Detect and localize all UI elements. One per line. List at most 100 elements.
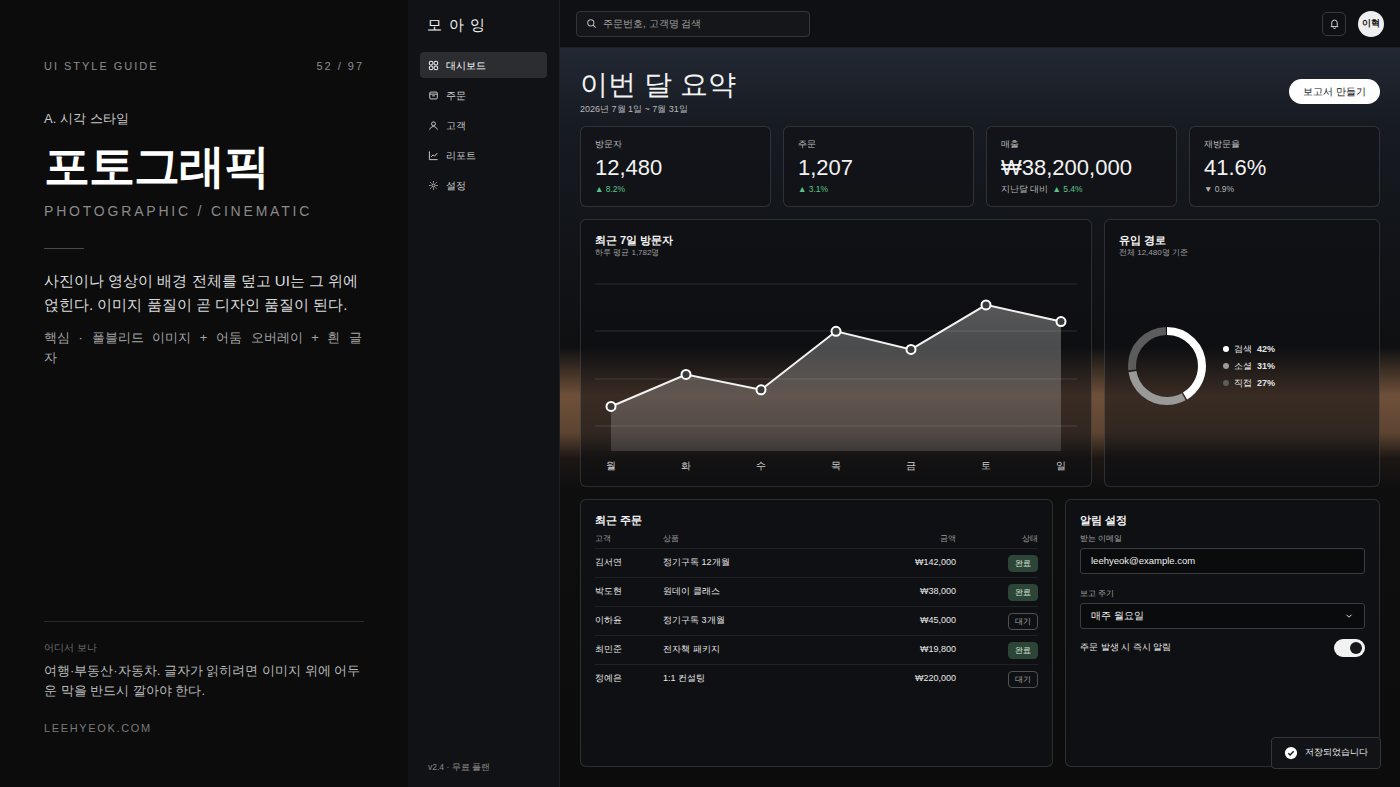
legend-value: 31% [1257, 360, 1275, 372]
sidebar-item-label[interactable]: 설정 [446, 178, 466, 193]
traffic-title: 유입 경로 [1119, 233, 1365, 247]
user-avatar[interactable]: 이혁 [1358, 11, 1384, 37]
status-badge: 대기 [1008, 671, 1038, 688]
stat-change: ▼ 0.9% [1204, 183, 1234, 195]
chart-point[interactable] [682, 370, 691, 379]
page-header: 이번 달 요약 2026년 7월 1일 ~ 7월 31일 보고서 만들기 [580, 68, 1380, 114]
site-link[interactable]: LEEHYEOK.COM [44, 721, 364, 735]
sidebar-item-label[interactable]: 고객 [446, 118, 466, 133]
sidebar-item-label[interactable]: 주문 [446, 88, 466, 103]
traffic-body: 검색42% 소셜 31% 직접27% [1119, 258, 1365, 473]
email-label: 받는 이메일 [1080, 533, 1365, 544]
legend-dot [1223, 346, 1229, 352]
order-amount: ₩38,000 [846, 585, 956, 599]
legend-dot [1223, 380, 1229, 386]
search-icon [586, 18, 597, 29]
stat-change: ▲ 5.4% [1052, 183, 1082, 195]
order-row[interactable]: 이하윤정기구독 3개월₩45,000대기 [595, 606, 1038, 635]
order-customer: 박도현 [595, 585, 663, 599]
sidebar-item[interactable]: 설정 [420, 172, 547, 198]
guide-header: UI STYLE GUIDE [44, 58, 159, 74]
donut-segment [1132, 331, 1202, 401]
app-logo[interactable]: 모 아 잉 [420, 0, 547, 52]
order-customer: 정예은 [595, 672, 663, 686]
chart-point[interactable] [1057, 317, 1066, 326]
legend-value: 42% [1257, 343, 1275, 355]
app-main: 이혁 이번 달 요약 2026년 7월 1일 ~ 7월 31일 보고서 만들기 … [560, 0, 1400, 787]
orders-card: 최근 주문 고객상품금액상태김서연정기구독 12개월₩142,000완료박도현원… [580, 499, 1053, 767]
legend-item: 직접27% [1223, 377, 1275, 389]
column-header: 고객 [595, 533, 663, 545]
sidebar-item-label[interactable]: 리포트 [446, 148, 476, 163]
chart-point[interactable] [907, 345, 916, 354]
order-product: 1:1 컨설팅 [663, 672, 846, 686]
stat-row: 방문자12,480▲ 8.2%주문1,207▲ 3.1%매출₩38,200,00… [580, 126, 1380, 207]
stat-footer: ▼ 0.9% [1204, 183, 1365, 195]
cycle-value[interactable]: 매주 월요일 [1091, 609, 1144, 623]
order-row[interactable]: 김서연정기구독 12개월₩142,000완료 [595, 548, 1038, 577]
alerts-title: 알림 설정 [1080, 513, 1365, 527]
order-row[interactable]: 박도현원데이 클래스₩38,000완료 [595, 577, 1038, 606]
report-button[interactable]: 보고서 만들기 [1289, 79, 1380, 104]
person-icon [428, 120, 439, 131]
order-status-cell: 완료 [1008, 584, 1038, 601]
stat-label: 재방문율 [1204, 138, 1365, 150]
day-label: 일 [1056, 460, 1066, 471]
instant-alert-row: 주문 발생 시 즉시 알림 [1080, 639, 1365, 657]
chart-point[interactable] [982, 300, 991, 309]
chart-point[interactable] [607, 402, 616, 411]
saved-toast: 저장되었습니다 [1271, 737, 1381, 769]
status-badge: 대기 [1008, 613, 1038, 630]
sidebar-item[interactable]: 리포트 [420, 142, 547, 168]
legend-value: 27% [1257, 377, 1275, 389]
sidebar-item[interactable]: 대시보드 [420, 52, 547, 78]
cycle-select[interactable]: 매주 월요일 [1080, 603, 1365, 629]
stat-card: 재방문율41.6%▼ 0.9% [1189, 126, 1380, 207]
donut-segment [1132, 331, 1202, 401]
top-bar: 이혁 [560, 0, 1400, 48]
legend-dot [1223, 363, 1229, 369]
guide-header-row: UI STYLE GUIDE 52 / 97 [44, 58, 364, 74]
order-customer: 김서연 [595, 556, 663, 570]
sidebar-menu: 대시보드주문고객리포트설정 [420, 52, 547, 202]
sidebar-item[interactable]: 고객 [420, 112, 547, 138]
stat-label: 매출 [1001, 138, 1162, 150]
notification-button[interactable] [1322, 12, 1346, 36]
page-title: 이번 달 요약 [580, 68, 736, 102]
search-box[interactable] [576, 11, 810, 37]
day-label: 목 [831, 460, 841, 471]
sidebar-item-label[interactable]: 대시보드 [446, 58, 486, 73]
guide-subtitle: PHOTOGRAPHIC / CINEMATIC [44, 202, 364, 220]
email-input[interactable] [1080, 548, 1365, 574]
chart-point[interactable] [757, 385, 766, 394]
order-status-cell: 완료 [1008, 555, 1038, 572]
legend-label: 소셜 [1234, 360, 1252, 372]
instant-alert-toggle[interactable] [1334, 639, 1365, 657]
sidebar-item[interactable]: 주문 [420, 82, 547, 108]
search-input[interactable] [603, 16, 800, 31]
status-badge: 완료 [1008, 584, 1038, 601]
order-customer: 최민준 [595, 643, 663, 657]
cycle-label: 보고 주기 [1080, 588, 1365, 599]
legend-item: 검색42% [1223, 343, 1275, 355]
legend-item: 소셜 31% [1223, 360, 1275, 372]
where-label: 어디서 보나 [44, 641, 364, 655]
guide-section: A. 시각 스타일 [44, 110, 364, 128]
stat-footer: ▲ 3.1% [798, 183, 959, 195]
order-row[interactable]: 정예은1:1 컨설팅₩220,000대기 [595, 664, 1038, 693]
order-amount: ₩45,000 [846, 614, 956, 628]
order-product: 전자책 패키지 [663, 643, 846, 657]
stat-value: ₩38,200,000 [1001, 154, 1162, 182]
stat-change: ▲ 3.1% [798, 183, 828, 195]
stat-card: 방문자12,480▲ 8.2% [580, 126, 771, 207]
plan-label: v2.4 · 무료 플랜 [420, 761, 547, 773]
chart-point[interactable] [832, 327, 841, 336]
visitors-chart-card: 최근 7일 방문자 하루 평균 1,782명 월화수목금토일 [580, 219, 1092, 487]
grid-icon [428, 60, 439, 71]
page-counter: 52 / 97 [317, 58, 365, 74]
alerts-card: 알림 설정 받는 이메일 보고 주기 매주 월요일 주문 발생 시 즉시 알림 [1065, 499, 1380, 767]
bell-icon [1329, 18, 1340, 29]
chart-line [611, 305, 1061, 407]
order-row[interactable]: 최민준전자책 패키지₩19,800완료 [595, 635, 1038, 664]
day-label: 수 [756, 460, 766, 471]
